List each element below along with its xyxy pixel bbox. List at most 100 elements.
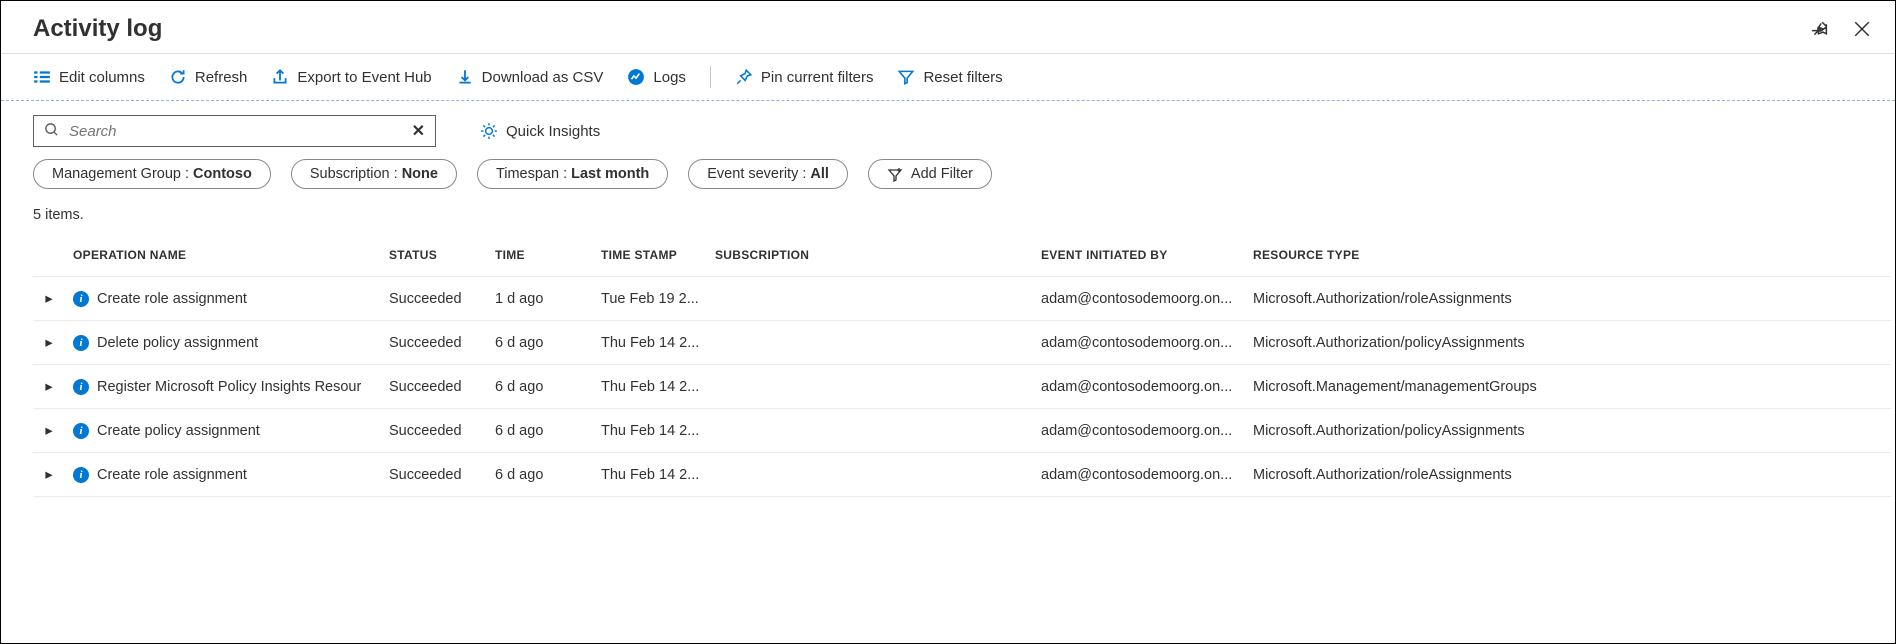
table-row[interactable]: ▸ i Register Microsoft Policy Insights R… (33, 365, 1891, 409)
search-box[interactable]: ✕ (33, 115, 436, 147)
clear-search-icon[interactable]: ✕ (412, 121, 425, 141)
initiated-cell: adam@contosodemoorg.on... (1041, 423, 1253, 439)
chip-label: Subscription : (310, 166, 398, 182)
expand-icon[interactable]: ▸ (33, 335, 73, 351)
initiated-cell: adam@contosodemoorg.on... (1041, 379, 1253, 395)
pin-blade-icon[interactable] (1811, 20, 1829, 38)
col-resource[interactable]: RESOURCE TYPE (1253, 248, 1891, 262)
logs-label: Logs (653, 69, 686, 86)
search-row: ✕ Quick Insights (1, 101, 1895, 159)
col-subscription[interactable]: SUBSCRIPTION (715, 248, 1041, 262)
col-time[interactable]: TIME (495, 248, 601, 262)
operation-name: Delete policy assignment (97, 335, 258, 351)
search-input[interactable] (69, 123, 402, 140)
chip-label: Management Group : (52, 166, 189, 182)
reset-filters-button[interactable]: Reset filters (897, 68, 1002, 86)
initiated-cell: adam@contosodemoorg.on... (1041, 335, 1253, 351)
download-icon (456, 68, 474, 86)
resource-cell: Microsoft.Management/managementGroups (1253, 379, 1891, 395)
close-icon[interactable] (1853, 20, 1871, 38)
chip-value: Last month (571, 166, 649, 182)
export-icon (271, 68, 289, 86)
operation-cell: i Create policy assignment (73, 423, 389, 439)
pin-icon (735, 68, 753, 86)
operation-name: Create role assignment (97, 291, 247, 307)
initiated-cell: adam@contosodemoorg.on... (1041, 467, 1253, 483)
resource-cell: Microsoft.Authorization/roleAssignments (1253, 467, 1891, 483)
status-cell: Succeeded (389, 467, 495, 483)
activity-table: OPERATION NAME STATUS TIME TIME STAMP SU… (33, 233, 1891, 497)
download-label: Download as CSV (482, 69, 604, 86)
expand-icon[interactable]: ▸ (33, 423, 73, 439)
operation-name: Create role assignment (97, 467, 247, 483)
table-row[interactable]: ▸ i Create policy assignment Succeeded 6… (33, 409, 1891, 453)
expand-icon[interactable]: ▸ (33, 291, 73, 307)
operation-name: Create policy assignment (97, 423, 260, 439)
quick-insights-label: Quick Insights (506, 123, 600, 140)
chip-value: All (810, 166, 829, 182)
refresh-icon (169, 68, 187, 86)
download-csv-button[interactable]: Download as CSV (456, 68, 604, 86)
info-icon: i (73, 291, 89, 307)
filter-chip-subscription[interactable]: Subscription : None (291, 159, 457, 189)
chip-label: Timespan : (496, 166, 567, 182)
resource-cell: Microsoft.Authorization/policyAssignment… (1253, 423, 1891, 439)
info-icon: i (73, 423, 89, 439)
filter-chip-management-group[interactable]: Management Group : Contoso (33, 159, 271, 189)
add-filter-label: Add Filter (911, 166, 973, 182)
item-count: 5 items. (1, 201, 1895, 233)
operation-cell: i Create role assignment (73, 467, 389, 483)
columns-icon (33, 68, 51, 86)
operation-name: Register Microsoft Policy Insights Resou… (97, 379, 361, 395)
logs-icon (627, 68, 645, 86)
refresh-label: Refresh (195, 69, 248, 86)
time-cell: 6 d ago (495, 423, 601, 439)
chip-label: Event severity : (707, 166, 806, 182)
chip-value: Contoso (193, 166, 252, 182)
initiated-cell: adam@contosodemoorg.on... (1041, 291, 1253, 307)
refresh-button[interactable]: Refresh (169, 68, 248, 86)
add-filter-icon (887, 166, 903, 182)
timestamp-cell: Tue Feb 19 2... (601, 291, 715, 307)
status-cell: Succeeded (389, 291, 495, 307)
col-initiated[interactable]: EVENT INITIATED BY (1041, 248, 1253, 262)
timestamp-cell: Thu Feb 14 2... (601, 467, 715, 483)
time-cell: 6 d ago (495, 379, 601, 395)
filter-chip-severity[interactable]: Event severity : All (688, 159, 848, 189)
pin-filters-label: Pin current filters (761, 69, 874, 86)
reset-filters-label: Reset filters (923, 69, 1002, 86)
chip-value: None (402, 166, 438, 182)
col-timestamp[interactable]: TIME STAMP (601, 248, 715, 262)
page-title: Activity log (33, 15, 162, 43)
toolbar-divider (710, 66, 711, 88)
quick-insights-button[interactable]: Quick Insights (480, 122, 600, 140)
table-row[interactable]: ▸ i Create role assignment Succeeded 6 d… (33, 453, 1891, 497)
info-icon: i (73, 379, 89, 395)
filter-chip-timespan[interactable]: Timespan : Last month (477, 159, 668, 189)
status-cell: Succeeded (389, 335, 495, 351)
export-button[interactable]: Export to Event Hub (271, 68, 431, 86)
header-actions (1811, 20, 1871, 38)
time-cell: 6 d ago (495, 335, 601, 351)
logs-button[interactable]: Logs (627, 68, 686, 86)
timestamp-cell: Thu Feb 14 2... (601, 423, 715, 439)
expand-icon[interactable]: ▸ (33, 467, 73, 483)
info-icon: i (73, 335, 89, 351)
col-operation[interactable]: OPERATION NAME (73, 248, 389, 262)
pin-filters-button[interactable]: Pin current filters (735, 68, 874, 86)
resource-cell: Microsoft.Authorization/policyAssignment… (1253, 335, 1891, 351)
col-status[interactable]: STATUS (389, 248, 495, 262)
expand-icon[interactable]: ▸ (33, 379, 73, 395)
funnel-icon (897, 68, 915, 86)
operation-cell: i Create role assignment (73, 291, 389, 307)
info-icon: i (73, 467, 89, 483)
table-row[interactable]: ▸ i Create role assignment Succeeded 1 d… (33, 277, 1891, 321)
edit-columns-button[interactable]: Edit columns (33, 68, 145, 86)
status-cell: Succeeded (389, 379, 495, 395)
filter-chip-row: Management Group : Contoso Subscription … (1, 159, 1895, 201)
resource-cell: Microsoft.Authorization/roleAssignments (1253, 291, 1891, 307)
table-row[interactable]: ▸ i Delete policy assignment Succeeded 6… (33, 321, 1891, 365)
export-label: Export to Event Hub (297, 69, 431, 86)
table-header: OPERATION NAME STATUS TIME TIME STAMP SU… (33, 233, 1891, 277)
add-filter-button[interactable]: Add Filter (868, 159, 992, 189)
